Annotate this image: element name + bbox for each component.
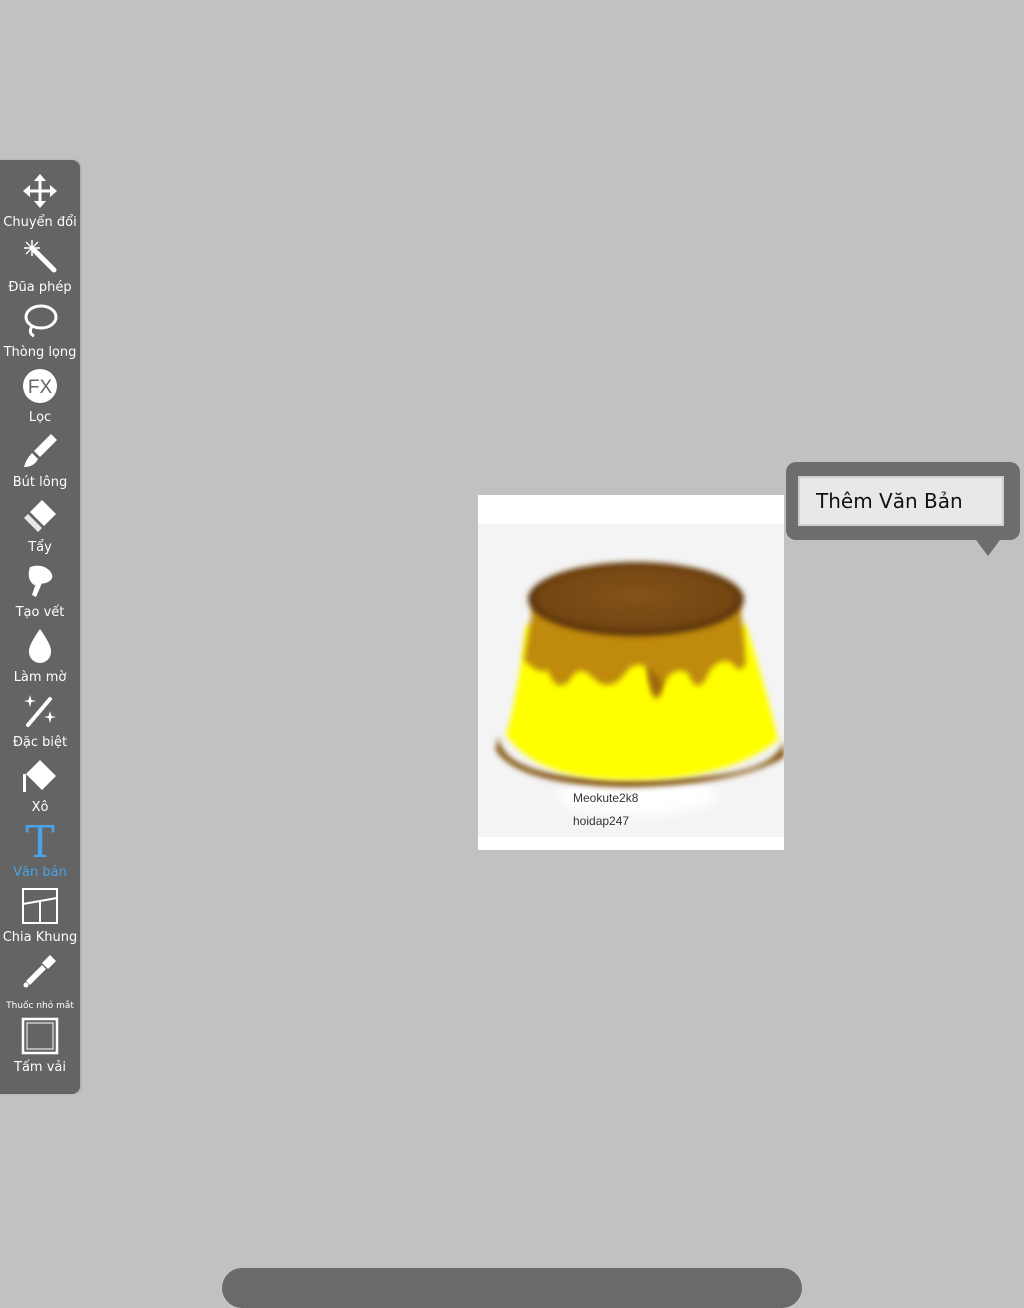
tool-eraser[interactable]: Tẩy (0, 485, 80, 555)
blur-drop-icon (21, 627, 59, 665)
tool-blur[interactable]: Làm mờ (0, 615, 80, 685)
lasso-icon (21, 302, 59, 340)
tool-bucket[interactable]: Xô (0, 745, 80, 815)
text-icon: T (21, 817, 59, 868)
tool-smudge[interactable]: Tạo vết (0, 550, 80, 620)
tool-lasso[interactable]: Thòng lọng (0, 290, 80, 360)
bottom-panel-handle[interactable] (222, 1268, 802, 1308)
text-icon-glyph: T (25, 817, 54, 868)
tool-move[interactable]: Chuyển đổi (0, 160, 80, 230)
tool-sidebar: Chuyển đổi Đũa phép Thòng lọng FX Lọc Bú… (0, 160, 80, 1094)
bucket-icon (21, 757, 59, 795)
add-text-button[interactable]: Thêm Văn Bản (798, 476, 1004, 526)
frame-divider-icon (21, 887, 59, 925)
tool-brush[interactable]: Bút lông (0, 420, 80, 490)
watermark-author: Meokute2k8 (573, 791, 639, 805)
tool-filter[interactable]: FX Lọc (0, 355, 80, 425)
eraser-icon (21, 497, 59, 535)
tool-frame-divider[interactable]: Chia Khung (0, 875, 80, 945)
move-icon (21, 172, 59, 210)
canvas-artwork[interactable]: Meokute2k8 hoidap247 (478, 495, 784, 850)
tool-eyedropper[interactable]: Thuốc nhỏ mắt (0, 940, 80, 1011)
tool-magic-wand[interactable]: Đũa phép (0, 225, 80, 295)
special-sparkle-icon (21, 692, 59, 730)
tool-text[interactable]: T Văn bản (0, 810, 80, 880)
fx-filter-icon: FX (21, 367, 59, 405)
eyedropper-icon (21, 952, 59, 990)
brush-icon (21, 432, 59, 470)
tool-special[interactable]: Đặc biệt (0, 680, 80, 750)
fx-icon-text: FX (28, 377, 53, 398)
tool-canvas[interactable]: Tấm vải (0, 1005, 80, 1075)
canvas-icon (21, 1017, 59, 1055)
add-text-popup: Thêm Văn Bản (786, 462, 1020, 556)
watermark-site: hoidap247 (573, 814, 630, 828)
smudge-icon (21, 562, 59, 600)
tool-label: Tấm vải (14, 1060, 66, 1075)
magic-wand-icon (21, 237, 59, 275)
